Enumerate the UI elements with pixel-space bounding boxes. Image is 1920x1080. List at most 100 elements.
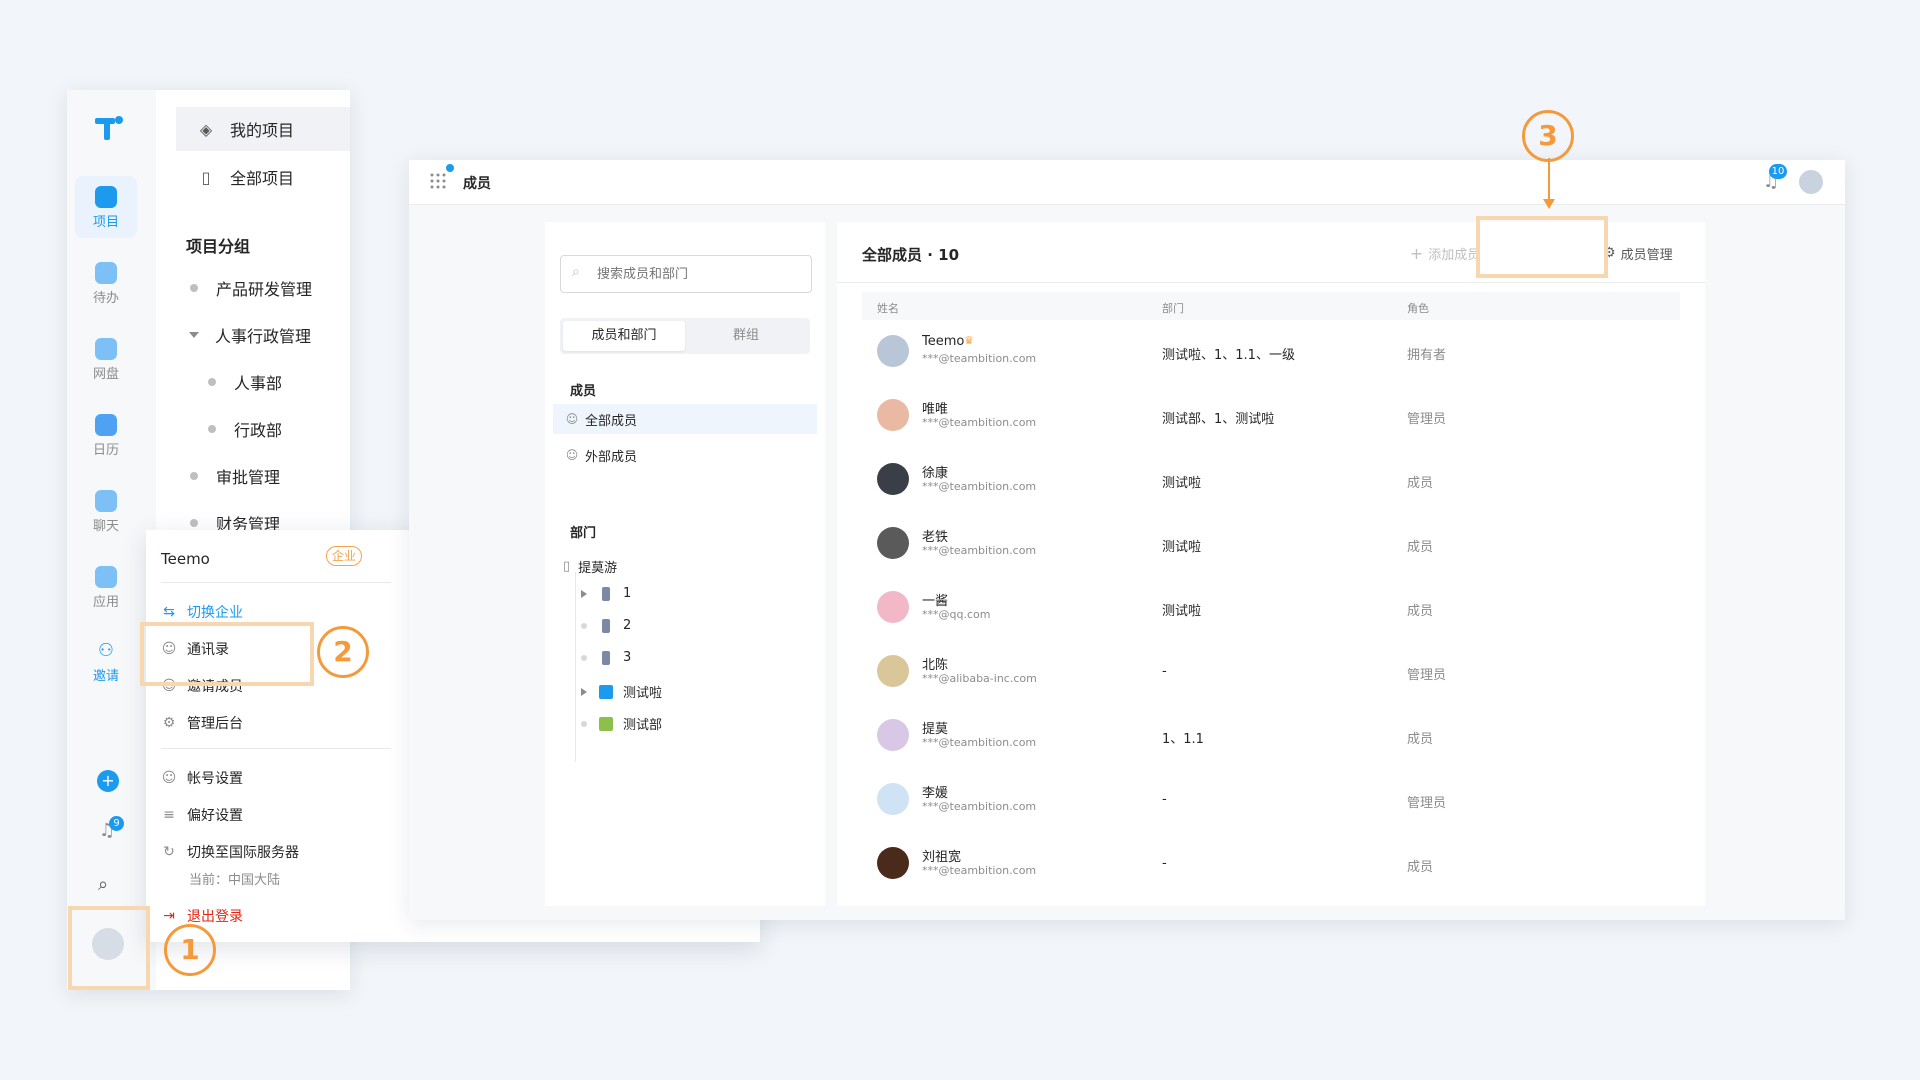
avatar[interactable] [877,399,909,431]
member-role: 成员 [1407,540,1434,555]
avatar[interactable] [877,655,909,687]
dept-row[interactable]: 测试啦 [581,682,662,701]
layers-icon: ◈ [199,119,213,139]
app-grid-icon[interactable] [429,172,447,190]
preferences-item[interactable]: ≡ 偏好设置 [161,805,243,825]
tab-members-departments[interactable]: 成员和部门 [563,321,685,351]
member-role: 成员 [1407,476,1434,491]
admin-console-item[interactable]: ⚙ 管理后台 [161,713,243,733]
table-row[interactable]: 北陈 ***@alibaba-inc.com - 管理员 [862,642,1680,706]
member-name: Teemo [922,334,965,349]
dept-row[interactable]: 1 [581,586,631,601]
dept-row[interactable]: 测试部 [581,714,662,733]
avatar[interactable] [877,847,909,879]
step-1-marker: 1 [164,924,216,976]
search-input[interactable] [595,263,799,285]
avatar[interactable] [877,527,909,559]
column-header: 部门 [1162,302,1184,315]
members-window: 成员 ♫ 10 ⌕ 成员和部门 群组 成员 ☺全部成员 ☺外部成员 部门 ▯提莫… [409,160,1845,920]
member-email: ***@teambition.com [922,544,1037,557]
dept-row[interactable]: 3 [581,650,631,665]
avatar[interactable] [877,783,909,815]
group-subitem[interactable]: 人事部 [208,370,282,394]
project-cube-icon [95,186,117,208]
table-row[interactable]: 老铁 ***@teambition.com 测试啦 成员 [862,514,1680,578]
teambition-logo[interactable] [93,114,125,146]
dept-row[interactable]: 2 [581,618,631,633]
table-row[interactable]: 唯唯 ***@teambition.com 测试部、1、测试啦 管理员 [862,386,1680,450]
member-department: - [1162,856,1167,871]
member-name: 提莫 [922,722,949,737]
project-group-title: 项目分组 [186,237,251,256]
member-name: 北陈 [922,658,949,673]
segmented-tabs: 成员和部门 群组 [560,318,810,354]
avatar[interactable] [877,463,909,495]
external-members-link[interactable]: ☺ 外部成员 [553,440,817,470]
add-user-icon: ⚇ [97,640,115,661]
group-subitem[interactable]: 行政部 [208,417,282,441]
current-region-text: 当前：中国大陆 [189,873,281,888]
user-avatar[interactable] [1799,170,1823,194]
people-icon: ☺ [565,412,579,426]
clipboard-icon [95,262,117,284]
member-email: ***@teambition.com [922,416,1037,429]
member-role: 成员 [1407,732,1434,747]
logout-icon: ⇥ [163,908,175,924]
highlight-contacts [140,622,314,686]
member-email: ***@alibaba-inc.com [922,672,1037,685]
group-item-expanded[interactable]: 人事行政管理 [189,323,311,347]
account-settings-item[interactable]: ☺ 帐号设置 [161,768,243,788]
rail-item-drive[interactable]: 网盘 [75,328,137,390]
member-department: 测试部、1、测试啦 [1162,412,1275,427]
chevron-right-icon [581,687,587,696]
tree-guide [575,572,576,762]
apps-grid-icon [95,566,117,588]
group-item[interactable]: 审批管理 [190,464,280,488]
member-name: 刘祖宽 [922,850,962,865]
create-plus-icon[interactable]: + [97,770,119,792]
crown-icon: ♛ [964,334,974,347]
building-icon: ▯ [201,167,211,187]
search-icon[interactable]: ⌕ [98,874,108,895]
member-role: 成员 [1407,860,1434,875]
table-row[interactable]: Teemo ***@teambition.com 测试啦、1、1.1、一级 拥有者 ♛ [862,322,1680,386]
switch-server-item[interactable]: ↻ 切换至国际服务器 [161,842,299,862]
manage-members-button[interactable]: ⚙ 成员管理 [1603,238,1673,268]
logout-item[interactable]: ⇥ 退出登录 [161,906,243,926]
member-email: ***@teambition.com [922,352,1037,365]
avatar[interactable] [877,335,909,367]
nav-all-projects[interactable]: ▯ 全部项目 [176,155,350,199]
highlight-avatar [68,906,150,990]
table-row[interactable]: 一酱 ***@qq.com 测试啦 成员 [862,578,1680,642]
rail-item-chat[interactable]: 聊天 [75,480,137,542]
rail-item-projects[interactable]: 项目 [75,176,137,238]
tie-icon [602,586,610,601]
table-row[interactable]: 李媛 ***@teambition.com - 管理员 [862,770,1680,834]
member-department: 测试啦 [1162,540,1202,555]
nav-my-projects[interactable]: ◈ 我的项目 [176,107,350,151]
search-field[interactable]: ⌕ [560,255,812,293]
rail-item-invite[interactable]: ⚇ 邀请 [75,630,137,692]
org-root[interactable]: ▯ 提莫游 [563,557,617,576]
app-rail: 项目 待办 网盘 日历 聊天 应用 ⚇ 邀请 + ♫ 9 ⌕ [67,90,156,990]
members-section-title: 成员 [570,384,597,399]
tab-groups[interactable]: 群组 [685,321,807,351]
rail-item-calendar[interactable]: 日历 [75,404,137,466]
rail-item-todo[interactable]: 待办 [75,252,137,314]
all-members-link[interactable]: ☺ 全部成员 [553,404,817,434]
org-badge: 企业 [326,546,362,566]
table-row[interactable]: 徐康 ***@teambition.com 测试啦 成员 [862,450,1680,514]
rail-item-apps[interactable]: 应用 [75,556,137,618]
page-title: 成员 [463,176,491,192]
table-row[interactable]: 刘祖宽 ***@teambition.com - 成员 [862,834,1680,898]
tie-icon [602,618,610,633]
switch-org-item[interactable]: ⇆ 切换企业 [161,602,243,622]
notification-badge: 9 [109,816,124,831]
table-row[interactable]: 提莫 ***@teambition.com 1、1.1 成员 [862,706,1680,770]
table-header: 姓名 部门 角色 [862,292,1680,320]
avatar[interactable] [877,591,909,623]
group-item[interactable]: 产品研发管理 [190,276,312,300]
member-email: ***@qq.com [922,608,991,621]
avatar[interactable] [877,719,909,751]
member-department: 1、1.1 [1162,732,1204,747]
